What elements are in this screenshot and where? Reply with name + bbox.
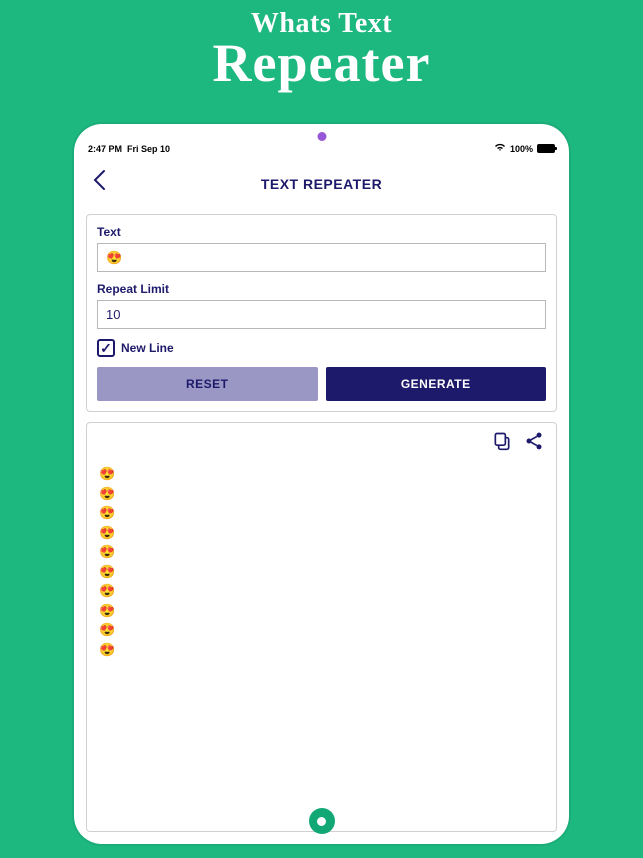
- promo-line2: Repeater: [0, 36, 643, 90]
- page-title: TEXT REPEATER: [261, 176, 382, 192]
- status-date: Fri Sep 10: [127, 144, 170, 154]
- reset-button[interactable]: RESET: [97, 367, 318, 401]
- output-content: 😍😍😍😍😍😍😍😍😍😍: [87, 460, 556, 831]
- newline-checkbox[interactable]: ✓: [97, 339, 115, 357]
- status-battery-text: 100%: [510, 144, 533, 154]
- repeat-limit-input[interactable]: [97, 300, 546, 329]
- output-line: 😍: [99, 523, 544, 543]
- newline-label: New Line: [121, 341, 174, 355]
- output-line: 😍: [99, 503, 544, 523]
- promo-heading: Whats Text Repeater: [0, 0, 643, 90]
- repeat-label: Repeat Limit: [97, 282, 546, 296]
- device-frame: 2:47 PM Fri Sep 10 100% TEXT REPEATER Te…: [74, 124, 569, 844]
- output-line: 😍: [99, 542, 544, 562]
- app-header: TEXT REPEATER: [74, 159, 569, 208]
- output-panel: 😍😍😍😍😍😍😍😍😍😍: [86, 422, 557, 832]
- share-icon[interactable]: [524, 431, 544, 456]
- output-line: 😍: [99, 562, 544, 582]
- camera-dot: [317, 132, 326, 141]
- wifi-icon: [494, 142, 506, 155]
- text-input[interactable]: [97, 243, 546, 272]
- text-label: Text: [97, 225, 546, 239]
- generate-button[interactable]: GENERATE: [326, 367, 547, 401]
- output-line: 😍: [99, 581, 544, 601]
- output-line: 😍: [99, 640, 544, 660]
- status-bar: 2:47 PM Fri Sep 10 100%: [74, 124, 569, 159]
- input-form: Text Repeat Limit ✓ New Line RESET GENER…: [86, 214, 557, 412]
- back-button[interactable]: [88, 169, 110, 198]
- home-button[interactable]: [309, 808, 335, 834]
- output-line: 😍: [99, 464, 544, 484]
- output-line: 😍: [99, 620, 544, 640]
- output-line: 😍: [99, 601, 544, 621]
- battery-icon: [537, 144, 555, 153]
- output-line: 😍: [99, 484, 544, 504]
- copy-icon[interactable]: [492, 431, 512, 456]
- status-time: 2:47 PM: [88, 144, 122, 154]
